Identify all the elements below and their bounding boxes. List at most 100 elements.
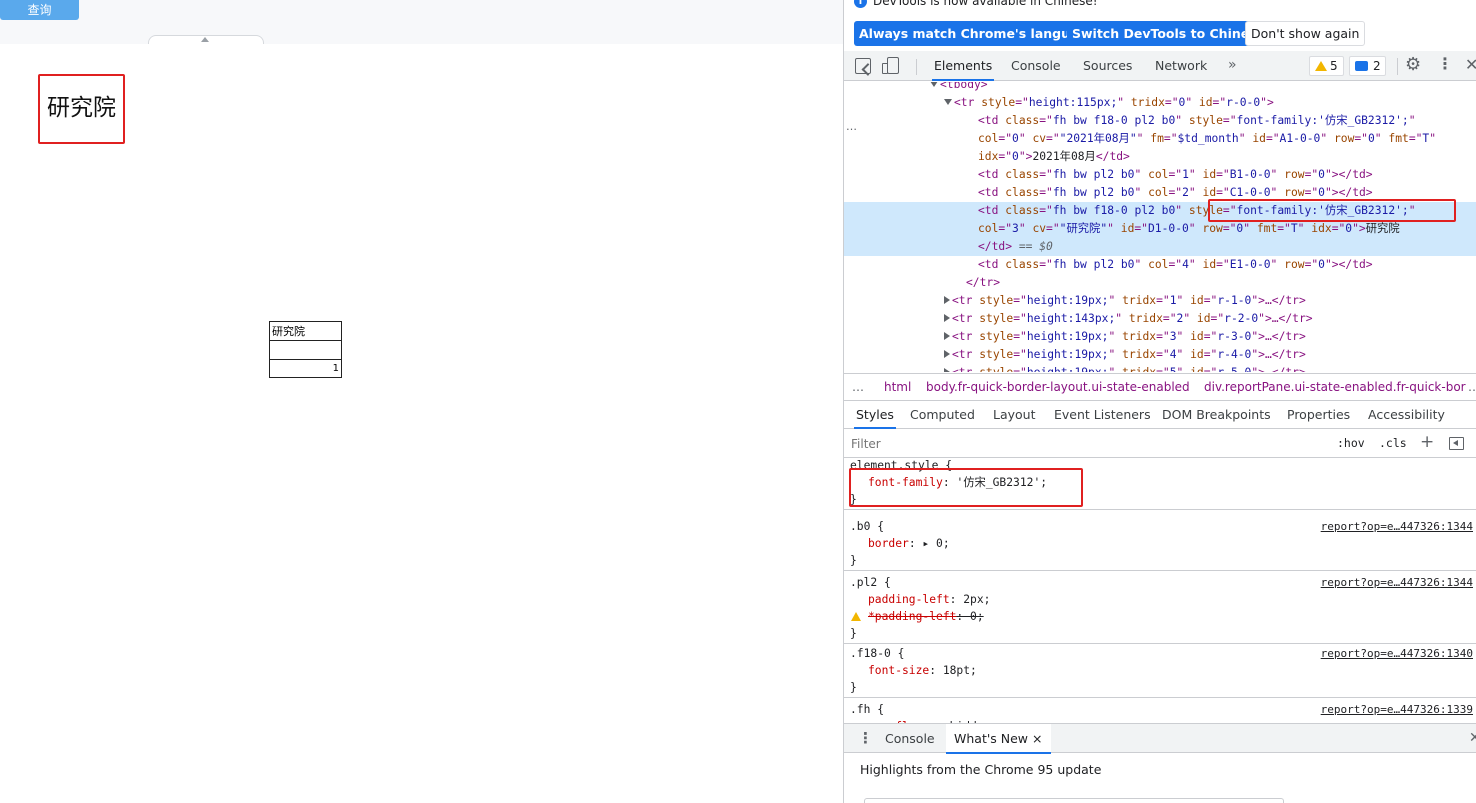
style-declaration[interactable]: font-size: 18pt;: [868, 662, 977, 679]
rule-source-link[interactable]: report?op=e…447326:1339: [1321, 701, 1473, 718]
subtab-dom-breakpoints[interactable]: DOM Breakpoints: [1162, 402, 1271, 429]
class-toggle[interactable]: .cls: [1379, 436, 1407, 450]
tab-elements[interactable]: Elements: [932, 51, 995, 81]
code-token: ": [1270, 168, 1285, 181]
switch-chinese-button[interactable]: Switch DevTools to Chinese: [1067, 21, 1271, 46]
code-token: =": [1156, 366, 1170, 372]
code-token: =": [1203, 330, 1218, 343]
inspect-element-icon[interactable]: [855, 58, 871, 74]
dom-tree-line[interactable]: idx="0">2021年08月</td>: [844, 148, 1476, 166]
expand-right-icon[interactable]: [944, 368, 950, 372]
dom-tree-line[interactable]: </tr>: [844, 274, 1476, 292]
rule-source-link[interactable]: report?op=e…447326:1340: [1321, 645, 1473, 662]
code-token: ": [1175, 204, 1189, 217]
code-token: ">…</tr>: [1251, 348, 1306, 361]
property-name[interactable]: padding-left: [868, 593, 950, 606]
dom-tree-line[interactable]: <tr style="height:19px;" tridx="1" id="r…: [844, 292, 1476, 310]
rule-selector[interactable]: .fh {: [850, 701, 884, 718]
node-actions-ellipsis[interactable]: …: [846, 120, 857, 133]
breadcrumb-ellipsis[interactable]: …: [852, 374, 864, 400]
breadcrumb-div[interactable]: div.reportPane.ui-state-enabled.fr-quick…: [1204, 374, 1466, 400]
dom-tree-line[interactable]: <td class="fh bw f18-0 pl2 b0" style="fo…: [844, 112, 1476, 130]
subtab-layout[interactable]: Layout: [993, 402, 1036, 429]
code-token: fh bw pl2 b0: [1052, 168, 1135, 181]
property-name[interactable]: border: [868, 537, 909, 550]
expand-right-icon[interactable]: [944, 296, 950, 304]
drawer-tab-console[interactable]: Console: [885, 724, 935, 754]
code-token: row: [1284, 258, 1305, 271]
dom-tree-line[interactable]: <tr style="height:19px;" tridx="5" id="r…: [844, 364, 1476, 372]
breadcrumb-overflow[interactable]: …: [1468, 374, 1476, 400]
expand-right-icon[interactable]: [944, 332, 950, 340]
rule-source-link[interactable]: report?op=e…447326:1344: [1321, 574, 1473, 591]
expand-right-icon[interactable]: [944, 350, 950, 358]
property-value[interactable]: 0;: [970, 610, 984, 623]
query-button[interactable]: 查询: [0, 0, 79, 20]
property-value[interactable]: ▸ 0;: [922, 537, 949, 550]
close-tab-icon[interactable]: ×: [1032, 731, 1042, 746]
property-value[interactable]: 2px;: [963, 593, 990, 606]
rule-selector[interactable]: .f18-0 {: [850, 645, 904, 662]
expand-down-icon[interactable]: [944, 99, 952, 105]
code-token: ": [1238, 132, 1253, 145]
new-style-rule-icon[interactable]: +: [1420, 432, 1434, 452]
collapse-toolbar-tab[interactable]: [148, 35, 264, 44]
rule-selector[interactable]: .pl2 {: [850, 574, 891, 591]
code-token: 研究院: [1365, 222, 1400, 235]
code-token: "2021年08月": [1059, 132, 1137, 145]
close-drawer-icon[interactable]: ✕: [1469, 730, 1476, 746]
dom-tree-line[interactable]: <tr style="height:115px;" tridx="0" id="…: [844, 94, 1476, 112]
tab-network[interactable]: Network: [1155, 51, 1207, 81]
dom-tree-line[interactable]: col="0" cv=""2021年08月"" fm="$td_month" i…: [844, 130, 1476, 148]
more-options-icon[interactable]: ⋮: [1437, 54, 1453, 73]
rule-source-link[interactable]: report?op=e…447326:1344: [1321, 518, 1473, 535]
dom-tree-line[interactable]: </td> == $0: [844, 238, 1476, 256]
expand-down-icon[interactable]: [930, 82, 938, 87]
breadcrumb-html[interactable]: html: [884, 374, 911, 400]
tab-separator: [916, 59, 917, 75]
dom-tree-line[interactable]: <tr style="height:19px;" tridx="3" id="r…: [844, 328, 1476, 346]
style-declaration[interactable]: *padding-left: 0;: [868, 608, 984, 625]
subtab-styles[interactable]: Styles: [854, 402, 896, 429]
dom-tree-line[interactable]: col="3" cv=""研究院"" id="D1-0-0" row="0" f…: [844, 220, 1476, 238]
property-name[interactable]: *padding-left: [868, 610, 956, 623]
toggle-sidebar-icon[interactable]: [1449, 437, 1464, 450]
drawer-menu-icon[interactable]: ⋮: [858, 729, 873, 747]
property-value[interactable]: 18pt;: [943, 664, 977, 677]
subtab-accessibility[interactable]: Accessibility: [1368, 402, 1445, 429]
tab-sources[interactable]: Sources: [1083, 51, 1132, 81]
style-declaration[interactable]: padding-left: 2px;: [868, 591, 990, 608]
dom-tree-line[interactable]: <td class="fh bw pl2 b0" col="1" id="B1-…: [844, 166, 1476, 184]
subtab-properties[interactable]: Properties: [1287, 402, 1350, 429]
rule-selector[interactable]: .b0 {: [850, 518, 884, 535]
match-language-button[interactable]: Always match Chrome's language: [854, 21, 1101, 46]
code-token: <tr: [952, 294, 980, 307]
gear-icon[interactable]: ⚙: [1405, 54, 1421, 75]
style-declaration[interactable]: border: ▸ 0;: [868, 535, 950, 552]
subtab-computed[interactable]: Computed: [910, 402, 975, 429]
device-toolbar-icon[interactable]: [882, 57, 900, 75]
code-token: id: [1190, 366, 1204, 372]
drawer-tab-whats-new[interactable]: What's New ×: [946, 724, 1051, 754]
dom-tree-line[interactable]: <td class="fh bw pl2 b0" col="4" id="E1-…: [844, 256, 1476, 274]
dom-tree-line[interactable]: <tr style="height:19px;" tridx="4" id="r…: [844, 346, 1476, 364]
warnings-badge[interactable]: 5: [1309, 56, 1344, 76]
tab-console[interactable]: Console: [1011, 51, 1061, 81]
more-tabs-icon[interactable]: »: [1228, 51, 1237, 79]
property-name[interactable]: font-size: [868, 664, 929, 677]
filter-input[interactable]: [851, 435, 1321, 453]
code-token: =": [1222, 222, 1237, 235]
code-token: fh bw pl2 b0: [1052, 258, 1135, 271]
breadcrumb-body[interactable]: body.fr-quick-border-layout.ui-state-ena…: [926, 374, 1190, 400]
dont-show-again-button[interactable]: Don't show again: [1245, 21, 1366, 46]
subtab-event-listeners[interactable]: Event Listeners: [1054, 402, 1151, 429]
close-icon[interactable]: ✕: [1465, 55, 1476, 74]
code-token: <tr: [952, 366, 979, 372]
hover-state-toggle[interactable]: :hov: [1337, 436, 1365, 450]
dom-tree-line[interactable]: <tbody>: [844, 82, 1476, 94]
dom-tree[interactable]: <tbody> <tr style="height:115px;" tridx="…: [844, 82, 1476, 372]
code-token: ": [1175, 114, 1189, 127]
expand-right-icon[interactable]: [944, 314, 950, 322]
messages-badge[interactable]: 2: [1349, 56, 1386, 76]
dom-tree-line[interactable]: <tr style="height:143px;" tridx="2" id="…: [844, 310, 1476, 328]
